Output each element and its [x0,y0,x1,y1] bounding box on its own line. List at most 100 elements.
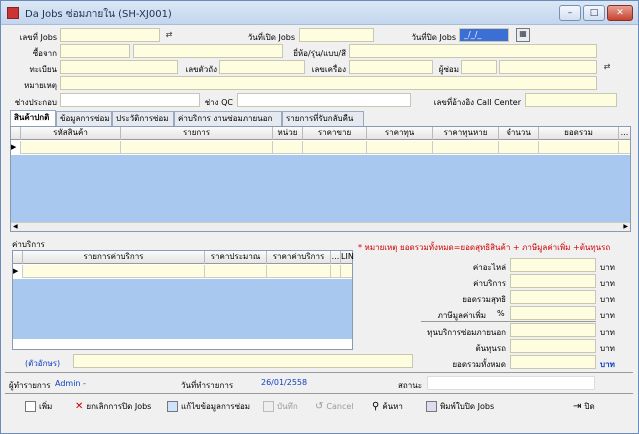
service-grid-body[interactable] [13,279,352,339]
repairer-code-field[interactable] [461,60,497,74]
col-total[interactable]: ยอดรวม [539,127,619,140]
remark-field[interactable] [60,76,597,90]
col-service-more[interactable]: ... [331,251,341,264]
scroll-left-icon[interactable]: ◀ [13,223,18,231]
cell[interactable] [205,265,267,278]
tab-repair-history[interactable]: ประวัติการซ่อม [112,111,174,126]
service-grid: รายการค่าบริการ ราคาประมาณ ราคาค่าบริการ… [12,250,354,350]
cell[interactable] [21,141,121,154]
col-service-price[interactable]: ราคาค่าบริการ [267,251,331,264]
add-button[interactable]: เพิ่ม [25,399,52,413]
col-line[interactable]: LIN [341,251,354,264]
net-total-field[interactable] [510,290,596,304]
save-label: บันทึก [277,401,298,411]
print-button[interactable]: พิมพ์ใบปิด Jobs [426,399,494,413]
cell[interactable] [267,265,331,278]
row-pointer-icon: ▶ [11,141,21,154]
cell[interactable] [303,141,367,154]
divider [421,321,596,322]
qc-field[interactable] [237,93,411,107]
job-no-field[interactable] [60,28,160,42]
cell[interactable] [539,141,619,154]
callcenter-field[interactable] [525,93,617,107]
cell[interactable] [433,141,499,154]
exit-door-icon: ⇥ [573,400,582,412]
grand-total-field[interactable] [510,355,596,369]
minimize-button[interactable]: – [559,5,581,21]
service-grid-header: รายการค่าบริการ ราคาประมาณ ราคาค่าบริการ… [13,251,354,264]
product-grid-body[interactable] [11,155,630,223]
cell[interactable] [499,141,539,154]
calendar-icon[interactable]: ▦ [516,28,530,42]
save-disk-icon [263,400,274,412]
col-more[interactable]: ... [619,127,630,140]
col-service-item[interactable]: รายการค่าบริการ [23,251,205,264]
edit-repair-button[interactable]: แก้ไขข้อมูลการซ่อม [167,399,250,413]
cancel-close-job-button[interactable]: ✕ ยกเลิกการปิด Jobs [75,399,151,413]
cell[interactable] [121,141,273,154]
cell[interactable] [367,141,433,154]
vat-percent-label: % [497,309,505,318]
row-selector-header [11,127,21,140]
col-product-code[interactable]: รหัสสินค้า [21,127,121,140]
assembler-field[interactable] [60,93,200,107]
close-button[interactable]: ⇥ ปิด [573,399,595,413]
save-button[interactable]: บันทึก [263,399,298,413]
record-date-value: 26/01/2558 [261,378,308,387]
repairer-name-field[interactable] [499,60,597,74]
tab-outside-service[interactable]: ค่าบริการ งานซ่อมภายนอก [174,111,282,126]
table-row[interactable]: ▶ [11,141,630,154]
recorder-label: ผู้ทำรายการ [9,381,51,390]
cancel-label: Cancel [326,401,354,411]
col-description[interactable]: รายการ [121,127,273,140]
cell[interactable] [273,141,303,154]
tab-returned-items[interactable]: รายการที่รับกลับคืน [282,111,364,126]
formula-note: * หมายเหตุ ยอดรวมทั้งหมด=ยอดสุทธิสินค้า … [358,243,611,252]
window: Da Jobs ซ่อมภายใน (SH-XJ001) – □ ✕ เลขที… [0,0,639,434]
unit-label: บาท [600,328,615,337]
row-pointer-icon: ▶ [13,265,23,278]
tab-repair-info[interactable]: ข้อมูลการซ่อม [56,111,112,126]
col-cost[interactable]: ราคาทุน [367,127,433,140]
tab-normal-products[interactable]: สินค้าปกติ [10,110,56,126]
open-date-label: วันที่เปิด Jobs [247,33,295,42]
repairer-lookup-icon[interactable]: ⇄ [601,62,613,72]
cancel-button[interactable]: ↺ Cancel [315,399,354,413]
row-selector-header [13,251,23,264]
body-no-field[interactable] [219,60,305,74]
callcenter-label: เลขที่อ้างอิง Call Center [433,98,521,107]
col-qty[interactable]: จำนวน [499,127,539,140]
from-label: ซื้อจาก [32,49,57,58]
col-estimated-price[interactable]: ราคาประมาณ [205,251,267,264]
col-lost-cost[interactable]: ราคาทุนหาย [433,127,499,140]
service-total-field[interactable] [510,274,596,288]
vat-field[interactable] [510,306,596,320]
outside-service-cost-field[interactable] [510,323,596,337]
close-window-button[interactable]: ✕ [607,5,633,21]
from-name-field[interactable] [133,44,283,58]
brand-label: ยี่ห้อ/รุ่น/แบบ/สี [293,49,346,58]
cell[interactable] [23,265,205,278]
status-label: สถานะ [398,381,422,390]
search-button[interactable]: ⚲ ค้นหา [372,399,403,413]
cell[interactable] [331,265,341,278]
unit-label: บาท [600,263,615,272]
maximize-button[interactable]: □ [583,5,605,21]
job-no-label: เลขที่ Jobs [19,33,57,42]
parts-field[interactable] [510,258,596,272]
table-row[interactable]: ▶ [13,265,352,278]
brand-field[interactable] [349,44,597,58]
car-cost-field[interactable] [510,339,596,353]
from-code-field[interactable] [60,44,130,58]
lookup-icon[interactable]: ⇄ [163,30,175,40]
unit-label: บาท [600,360,615,369]
reg-field[interactable] [60,60,178,74]
horizontal-scrollbar[interactable]: ◀ ▶ [11,222,630,231]
close-date-field[interactable]: _/_/_ [459,28,509,42]
col-unit[interactable]: หน่วย [273,127,303,140]
engine-no-field[interactable] [349,60,433,74]
scroll-right-icon[interactable]: ▶ [623,223,628,231]
col-sale-price[interactable]: ราคาขาย [303,127,367,140]
reg-label: ทะเบียน [29,65,57,74]
open-date-field[interactable] [299,28,374,42]
